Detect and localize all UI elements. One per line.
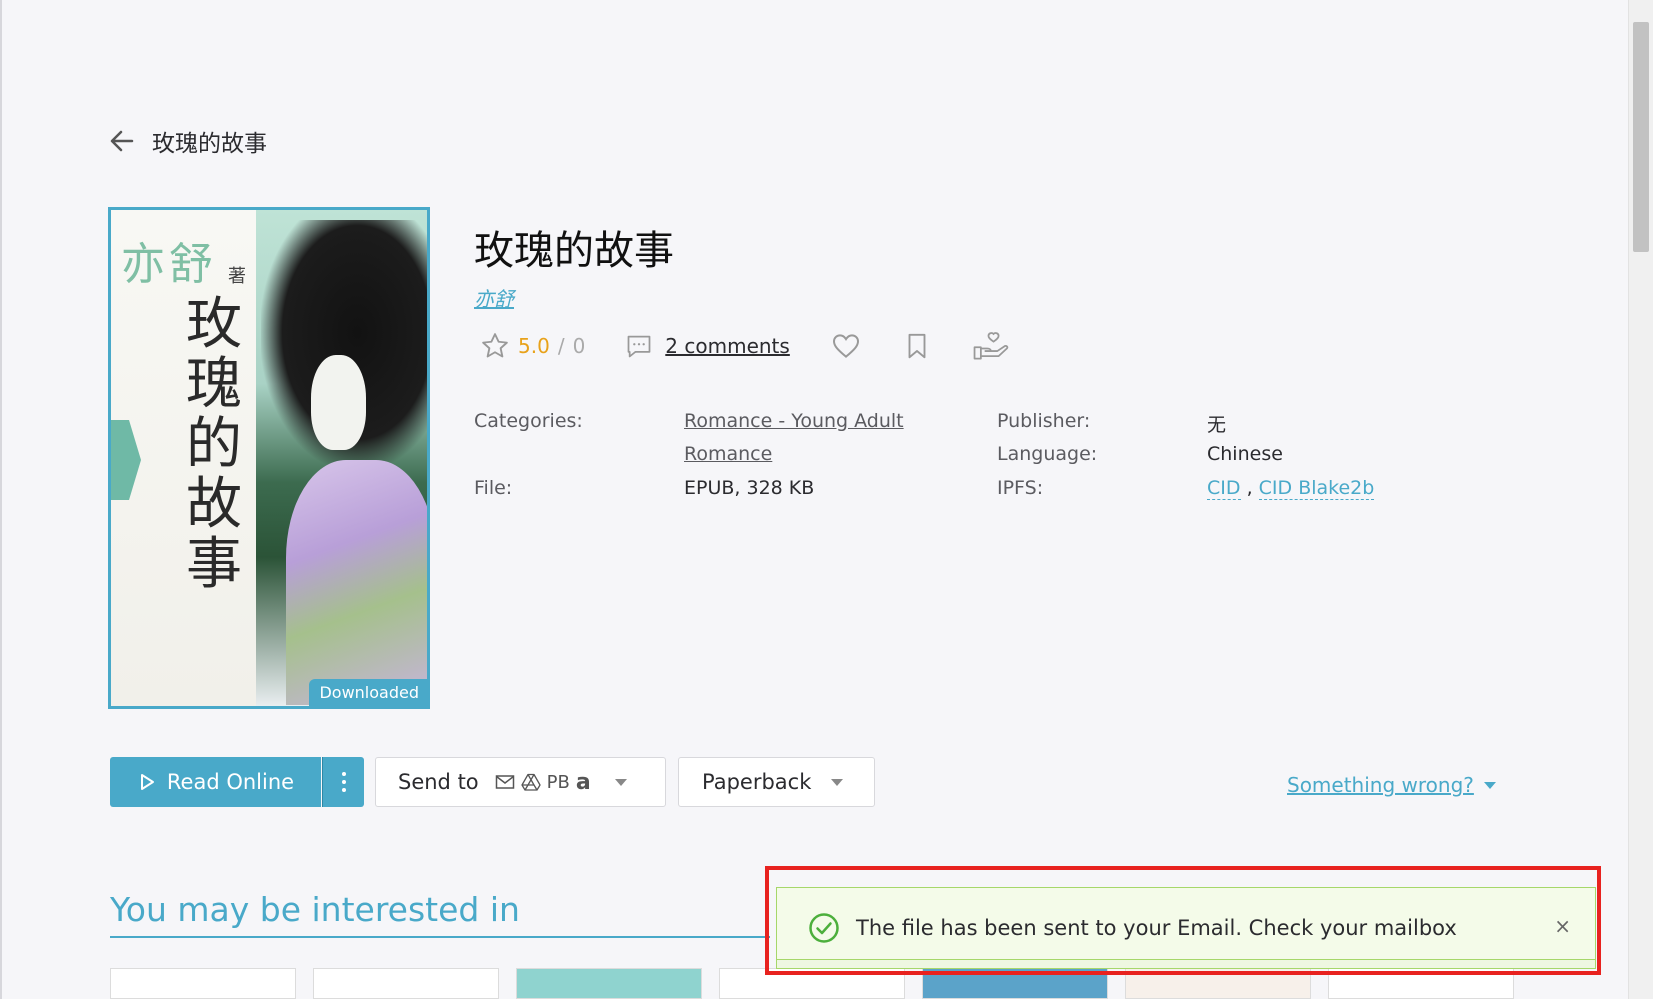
- ipfs-label: IPFS:: [997, 477, 1044, 499]
- more-vertical-icon: [341, 770, 346, 794]
- cover-author-text: 亦舒: [121, 239, 217, 290]
- amazon-icon: a: [575, 769, 591, 795]
- send-to-label: Send to: [398, 770, 479, 794]
- categories-label: Categories:: [474, 410, 583, 432]
- chevron-down-icon: [831, 778, 844, 786]
- publisher-label: Publisher:: [997, 410, 1091, 432]
- heart-icon: [832, 334, 859, 358]
- arrow-left-icon: [110, 130, 134, 152]
- read-options-button[interactable]: [322, 757, 364, 807]
- caret-down-icon: [1483, 781, 1496, 789]
- rating[interactable]: 5.0 / 0: [480, 331, 585, 361]
- scrollbar[interactable]: [1628, 0, 1653, 999]
- favorite-button[interactable]: [830, 330, 862, 362]
- cover-face: [311, 355, 366, 450]
- book-author-link[interactable]: 亦舒: [474, 283, 514, 312]
- read-online-label: Read Online: [166, 770, 295, 794]
- something-wrong-link[interactable]: Something wrong?: [1287, 773, 1496, 797]
- scroll-thumb[interactable]: [1633, 22, 1649, 252]
- hand-heart-icon: [973, 332, 1009, 360]
- section-heading: You may be interested in: [110, 890, 520, 929]
- category-link-line1[interactable]: Romance - Young Adult: [684, 410, 904, 432]
- send-to-targets: PB a: [495, 770, 591, 795]
- ipfs-separator: ,: [1246, 477, 1253, 499]
- publisher-value: 无: [1207, 414, 1227, 436]
- send-to-button[interactable]: Send to PB a: [375, 757, 666, 807]
- google-drive-icon: [521, 773, 541, 791]
- book-title: 玫瑰的故事: [474, 228, 674, 274]
- paperback-button[interactable]: Paperback: [678, 757, 875, 807]
- ipfs-links: CID , CID Blake2b: [1207, 477, 1375, 500]
- back-link[interactable]: 玫瑰的故事: [108, 124, 267, 158]
- back-title: 玫瑰的故事: [152, 131, 267, 157]
- recommendation-card[interactable]: [516, 968, 702, 999]
- rating-count: 0: [572, 334, 586, 358]
- donate-button[interactable]: [972, 330, 1010, 362]
- ipfs-cid-link[interactable]: CID: [1207, 477, 1241, 500]
- rating-separator: /: [557, 334, 565, 358]
- chevron-down-icon: [614, 778, 627, 786]
- bookmark-icon: [908, 333, 926, 359]
- language-label: Language:: [997, 443, 1098, 465]
- ipfs-blake2b-link[interactable]: CID Blake2b: [1258, 477, 1375, 500]
- mail-icon: [495, 775, 514, 789]
- read-online-button[interactable]: Read Online: [110, 757, 321, 807]
- star-icon: [482, 333, 508, 358]
- pocketbook-label: PB: [546, 771, 570, 793]
- cover-title-text: 玫瑰的故事: [186, 292, 242, 597]
- rating-value: 5.0: [518, 334, 550, 358]
- comment-icon: [627, 335, 651, 358]
- toast-highlight-box: [765, 866, 1601, 975]
- category-link-line2[interactable]: Romance: [684, 443, 772, 465]
- section-underline: [110, 936, 770, 938]
- paperback-label: Paperback: [702, 770, 812, 794]
- recommendation-card[interactable]: [110, 968, 296, 999]
- downloaded-badge: Downloaded: [309, 679, 427, 706]
- recommendation-card[interactable]: [313, 968, 499, 999]
- bookmark-button[interactable]: [902, 331, 932, 361]
- file-value: EPUB, 328 KB: [684, 477, 815, 499]
- cover-by-text: 著: [228, 266, 246, 287]
- language-value: Chinese: [1207, 443, 1283, 465]
- something-wrong-label: Something wrong?: [1287, 773, 1474, 797]
- play-icon: [140, 774, 154, 790]
- book-cover[interactable]: 亦舒 著 玫瑰的故事 Downloaded: [108, 207, 430, 709]
- cover-robe: [286, 460, 427, 705]
- comments-label: 2 comments: [665, 334, 790, 358]
- file-label: File:: [474, 477, 513, 499]
- stats-row: 5.0 / 0 2 comments: [480, 330, 1010, 362]
- comments-link[interactable]: 2 comments: [625, 332, 790, 360]
